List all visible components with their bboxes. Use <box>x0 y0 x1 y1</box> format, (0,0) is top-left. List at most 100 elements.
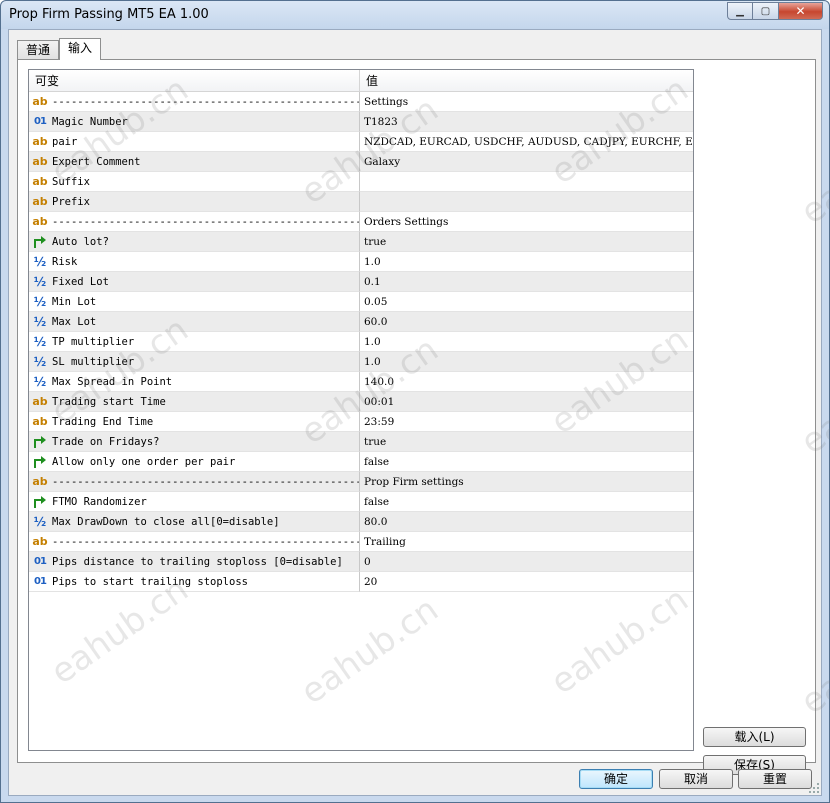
close-button[interactable]: ✕ <box>779 2 823 20</box>
table-row[interactable]: Trade on Fridays? true <box>29 432 693 452</box>
maximize-button[interactable]: ▢ <box>753 2 779 20</box>
parameter-value: 1.0 <box>364 335 381 348</box>
parameter-value-cell[interactable]: NZDCAD, EURCAD, USDCHF, AUDUSD, CADJPY, … <box>360 132 693 152</box>
parameter-value-cell[interactable]: Settings <box>360 92 693 112</box>
parameter-value-cell[interactable]: Galaxy <box>360 152 693 172</box>
title-bar[interactable]: Prop Firm Passing MT5 EA 1.00 ▁ ▢ ✕ <box>1 1 829 29</box>
column-header-value[interactable]: 值 <box>360 70 693 92</box>
parameter-value-cell[interactable]: 0.1 <box>360 272 693 292</box>
parameter-value-cell[interactable]: 0 <box>360 552 693 572</box>
parameter-name-cell[interactable]: ab Expert Comment <box>29 152 360 172</box>
parameter-name-cell[interactable]: ab Suffix <box>29 172 360 192</box>
parameter-name-cell[interactable]: ab --------------------------------------… <box>29 92 360 112</box>
table-row[interactable]: ½ SL multiplier 1.0 <box>29 352 693 372</box>
cancel-button[interactable]: 取消 <box>659 769 733 789</box>
tab-inputs[interactable]: 输入 <box>59 38 102 60</box>
table-row[interactable]: Allow only one order per pair false <box>29 452 693 472</box>
parameter-value-cell[interactable]: 60.0 <box>360 312 693 332</box>
parameter-name: Fixed Lot <box>52 275 109 288</box>
parameter-name-cell[interactable]: 01 Pips to start trailing stoploss <box>29 572 360 592</box>
parameter-name-cell[interactable]: Auto lot? <box>29 232 360 252</box>
table-row[interactable]: ½ Max Spread in Point 140.0 <box>29 372 693 392</box>
table-row[interactable]: ab --------------------------------------… <box>29 212 693 232</box>
table-row[interactable]: ½ Fixed Lot 0.1 <box>29 272 693 292</box>
reset-button[interactable]: 重置 <box>738 769 812 789</box>
close-icon: ✕ <box>795 4 806 18</box>
parameter-name-cell[interactable]: ab --------------------------------------… <box>29 472 360 492</box>
double-type-icon: ½ <box>33 254 47 269</box>
table-row[interactable]: ab --------------------------------------… <box>29 92 693 112</box>
parameter-name-cell[interactable]: ½ Min Lot <box>29 292 360 312</box>
table-row[interactable]: ½ Max Lot 60.0 <box>29 312 693 332</box>
table-row[interactable]: ab Trading start Time 00:01 <box>29 392 693 412</box>
parameter-value-cell[interactable]: Trailing <box>360 532 693 552</box>
parameter-value-cell[interactable]: 1.0 <box>360 332 693 352</box>
parameter-value-cell[interactable]: false <box>360 452 693 472</box>
parameter-name-cell[interactable]: ab --------------------------------------… <box>29 532 360 552</box>
table-row[interactable]: ab Expert Comment Galaxy <box>29 152 693 172</box>
parameter-value-cell[interactable]: 00:01 <box>360 392 693 412</box>
parameter-name-cell[interactable]: ½ Fixed Lot <box>29 272 360 292</box>
parameter-name-cell[interactable]: ab --------------------------------------… <box>29 212 360 232</box>
table-row[interactable]: ab pair NZDCAD, EURCAD, USDCHF, AUDUSD, CA… <box>29 132 693 152</box>
parameter-name-cell[interactable]: ½ Max DrawDown to close all[0=disable] <box>29 512 360 532</box>
parameter-value-cell[interactable]: true <box>360 232 693 252</box>
parameter-value-cell[interactable]: 23:59 <box>360 412 693 432</box>
parameter-value-cell[interactable]: 20 <box>360 572 693 592</box>
parameter-value-cell[interactable]: Prop Firm settings <box>360 472 693 492</box>
parameter-value: 23:59 <box>364 415 395 428</box>
parameter-value-cell[interactable] <box>360 192 693 212</box>
table-row[interactable]: ½ Max DrawDown to close all[0=disable] 80.… <box>29 512 693 532</box>
parameter-value-cell[interactable]: T1823 <box>360 112 693 132</box>
table-row[interactable]: ab --------------------------------------… <box>29 472 693 492</box>
parameter-value-cell[interactable]: 140.0 <box>360 372 693 392</box>
parameter-value-cell[interactable]: 1.0 <box>360 252 693 272</box>
parameter-name-cell[interactable]: ab Trading start Time <box>29 392 360 412</box>
parameter-name-cell[interactable]: 01 Magic Number <box>29 112 360 132</box>
column-header-variable[interactable]: 可变 <box>29 70 360 92</box>
table-row[interactable]: ½ Risk 1.0 <box>29 252 693 272</box>
parameter-value-cell[interactable]: Orders Settings <box>360 212 693 232</box>
parameter-value-cell[interactable]: false <box>360 492 693 512</box>
table-row[interactable]: FTMO Randomizer false <box>29 492 693 512</box>
parameter-value-cell[interactable]: 1.0 <box>360 352 693 372</box>
parameter-name-cell[interactable]: ½ TP multiplier <box>29 332 360 352</box>
parameter-name-cell[interactable]: 01 Pips distance to trailing stoploss [0=… <box>29 552 360 572</box>
parameter-name-cell[interactable]: ½ Max Lot <box>29 312 360 332</box>
table-row[interactable]: Auto lot? true <box>29 232 693 252</box>
parameter-value-cell[interactable] <box>360 172 693 192</box>
parameter-name-cell[interactable]: ab Prefix <box>29 192 360 212</box>
parameter-name-cell[interactable]: ab pair <box>29 132 360 152</box>
table-row[interactable]: ½ TP multiplier 1.0 <box>29 332 693 352</box>
parameter-value-cell[interactable]: 0.05 <box>360 292 693 312</box>
table-row[interactable]: 01 Magic Number T1823 <box>29 112 693 132</box>
parameter-name-cell[interactable]: ab Trading End Time <box>29 412 360 432</box>
parameter-name-cell[interactable]: ½ Max Spread in Point <box>29 372 360 392</box>
table-row[interactable]: ab Prefix <box>29 192 693 212</box>
caption-buttons: ▁ ▢ ✕ <box>727 2 823 20</box>
parameter-name-cell[interactable]: ½ SL multiplier <box>29 352 360 372</box>
ok-button[interactable]: 确定 <box>579 769 653 789</box>
table-row[interactable]: ab Trading End Time 23:59 <box>29 412 693 432</box>
tab-common[interactable]: 普通 <box>17 40 60 60</box>
parameter-value-cell[interactable]: true <box>360 432 693 452</box>
parameter-value: true <box>364 435 387 448</box>
table-row[interactable]: 01 Pips to start trailing stoploss 20 <box>29 572 693 592</box>
parameter-name: Trading End Time <box>52 415 154 428</box>
table-row[interactable]: ab --------------------------------------… <box>29 532 693 552</box>
parameter-name-cell[interactable]: ½ Risk <box>29 252 360 272</box>
parameter-name-cell[interactable]: FTMO Randomizer <box>29 492 360 512</box>
parameter-value-cell[interactable]: 80.0 <box>360 512 693 532</box>
parameter-name-cell[interactable]: Trade on Fridays? <box>29 432 360 452</box>
minimize-button[interactable]: ▁ <box>727 2 753 20</box>
parameter-value: 1.0 <box>364 355 381 368</box>
table-row[interactable]: ½ Min Lot 0.05 <box>29 292 693 312</box>
table-row[interactable]: 01 Pips distance to trailing stoploss [0=… <box>29 552 693 572</box>
resize-grip-icon[interactable] <box>808 782 820 794</box>
parameter-name: SL multiplier <box>52 355 135 368</box>
table-row[interactable]: ab Suffix <box>29 172 693 192</box>
string-type-icon: ab <box>32 155 48 168</box>
parameter-name-cell[interactable]: Allow only one order per pair <box>29 452 360 472</box>
load-button[interactable]: 载入(L) <box>703 727 806 747</box>
parameter-name: ----------------------------------------… <box>52 475 360 488</box>
